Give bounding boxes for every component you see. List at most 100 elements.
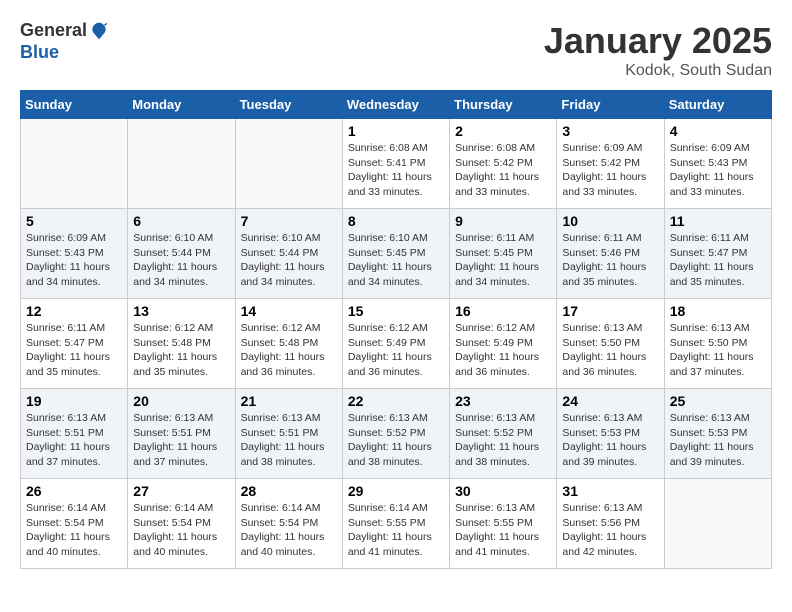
calendar-cell: 20 Sunrise: 6:13 AM Sunset: 5:51 PM Dayli… [128, 389, 235, 479]
logo-blue: Blue [20, 42, 59, 62]
day-info: Sunrise: 6:13 AM Sunset: 5:53 PM Dayligh… [562, 411, 658, 470]
day-info: Sunrise: 6:09 AM Sunset: 5:42 PM Dayligh… [562, 141, 658, 200]
calendar-week-1: 1Sunrise: 6:08 AM Sunset: 5:41 PM Daylig… [21, 119, 772, 209]
day-info: Sunrise: 6:14 AM Sunset: 5:54 PM Dayligh… [241, 501, 337, 560]
logo-general: General [20, 20, 87, 42]
day-number: 15 [348, 303, 444, 319]
calendar-cell: 19 Sunrise: 6:13 AM Sunset: 5:51 PM Dayli… [21, 389, 128, 479]
day-number: 28 [241, 483, 337, 499]
calendar-cell: 31Sunrise: 6:13 AM Sunset: 5:56 PM Dayli… [557, 479, 664, 569]
day-number: 7 [241, 213, 337, 229]
weekday-header-sunday: Sunday [21, 91, 128, 119]
calendar-cell: 1Sunrise: 6:08 AM Sunset: 5:41 PM Daylig… [342, 119, 449, 209]
day-number: 6 [133, 213, 229, 229]
calendar-cell: 9 Sunrise: 6:11 AM Sunset: 5:45 PM Daylig… [450, 209, 557, 299]
day-number: 5 [26, 213, 122, 229]
day-number: 19 [26, 393, 122, 409]
day-info: Sunrise: 6:14 AM Sunset: 5:54 PM Dayligh… [26, 501, 122, 560]
day-info: Sunrise: 6:12 AM Sunset: 5:49 PM Dayligh… [348, 321, 444, 380]
calendar-cell: 28 Sunrise: 6:14 AM Sunset: 5:54 PM Dayli… [235, 479, 342, 569]
day-number: 27 [133, 483, 229, 499]
day-number: 30 [455, 483, 551, 499]
day-number: 1 [348, 123, 444, 139]
calendar-cell: 18Sunrise: 6:13 AM Sunset: 5:50 PM Dayli… [664, 299, 771, 389]
weekday-header-monday: Monday [128, 91, 235, 119]
day-number: 9 [455, 213, 551, 229]
calendar-cell: 6 Sunrise: 6:10 AM Sunset: 5:44 PM Daylig… [128, 209, 235, 299]
day-number: 11 [670, 213, 766, 229]
calendar-cell: 21 Sunrise: 6:13 AM Sunset: 5:51 PM Dayli… [235, 389, 342, 479]
title-block: January 2025 Kodok, South Sudan [544, 20, 772, 80]
day-info: Sunrise: 6:13 AM Sunset: 5:51 PM Dayligh… [241, 411, 337, 470]
calendar-cell: 15 Sunrise: 6:12 AM Sunset: 5:49 PM Dayli… [342, 299, 449, 389]
calendar-cell: 3 Sunrise: 6:09 AM Sunset: 5:42 PM Daylig… [557, 119, 664, 209]
weekday-header-thursday: Thursday [450, 91, 557, 119]
day-info: Sunrise: 6:13 AM Sunset: 5:53 PM Dayligh… [670, 411, 766, 470]
calendar-cell [664, 479, 771, 569]
calendar-week-2: 5 Sunrise: 6:09 AM Sunset: 5:43 PM Daylig… [21, 209, 772, 299]
day-number: 8 [348, 213, 444, 229]
day-number: 22 [348, 393, 444, 409]
logo: General Blue [20, 20, 109, 63]
day-number: 10 [562, 213, 658, 229]
day-info: Sunrise: 6:12 AM Sunset: 5:48 PM Dayligh… [241, 321, 337, 380]
logo-icon [89, 21, 109, 41]
calendar-cell: 12Sunrise: 6:11 AM Sunset: 5:47 PM Dayli… [21, 299, 128, 389]
calendar-cell: 11Sunrise: 6:11 AM Sunset: 5:47 PM Dayli… [664, 209, 771, 299]
day-info: Sunrise: 6:13 AM Sunset: 5:50 PM Dayligh… [562, 321, 658, 380]
month-title: January 2025 [544, 20, 772, 62]
day-number: 18 [670, 303, 766, 319]
page-header: General Blue January 2025 Kodok, South S… [20, 20, 772, 80]
day-number: 16 [455, 303, 551, 319]
day-number: 4 [670, 123, 766, 139]
calendar-cell: 5 Sunrise: 6:09 AM Sunset: 5:43 PM Daylig… [21, 209, 128, 299]
day-info: Sunrise: 6:13 AM Sunset: 5:55 PM Dayligh… [455, 501, 551, 560]
calendar-week-4: 19 Sunrise: 6:13 AM Sunset: 5:51 PM Dayli… [21, 389, 772, 479]
day-info: Sunrise: 6:14 AM Sunset: 5:54 PM Dayligh… [133, 501, 229, 560]
day-info: Sunrise: 6:13 AM Sunset: 5:51 PM Dayligh… [133, 411, 229, 470]
weekday-header-row: SundayMondayTuesdayWednesdayThursdayFrid… [21, 91, 772, 119]
calendar-cell: 17 Sunrise: 6:13 AM Sunset: 5:50 PM Dayli… [557, 299, 664, 389]
calendar-cell: 27 Sunrise: 6:14 AM Sunset: 5:54 PM Dayli… [128, 479, 235, 569]
day-number: 23 [455, 393, 551, 409]
day-info: Sunrise: 6:13 AM Sunset: 5:52 PM Dayligh… [348, 411, 444, 470]
calendar-week-3: 12Sunrise: 6:11 AM Sunset: 5:47 PM Dayli… [21, 299, 772, 389]
calendar-cell [128, 119, 235, 209]
calendar-cell [21, 119, 128, 209]
day-number: 20 [133, 393, 229, 409]
day-info: Sunrise: 6:10 AM Sunset: 5:44 PM Dayligh… [241, 231, 337, 290]
day-number: 25 [670, 393, 766, 409]
calendar-cell [235, 119, 342, 209]
weekday-header-wednesday: Wednesday [342, 91, 449, 119]
day-number: 17 [562, 303, 658, 319]
day-number: 13 [133, 303, 229, 319]
day-info: Sunrise: 6:11 AM Sunset: 5:45 PM Dayligh… [455, 231, 551, 290]
calendar-cell: 25 Sunrise: 6:13 AM Sunset: 5:53 PM Dayli… [664, 389, 771, 479]
day-number: 26 [26, 483, 122, 499]
day-number: 2 [455, 123, 551, 139]
weekday-header-saturday: Saturday [664, 91, 771, 119]
day-info: Sunrise: 6:09 AM Sunset: 5:43 PM Dayligh… [26, 231, 122, 290]
calendar-cell: 4 Sunrise: 6:09 AM Sunset: 5:43 PM Daylig… [664, 119, 771, 209]
calendar-cell: 10Sunrise: 6:11 AM Sunset: 5:46 PM Dayli… [557, 209, 664, 299]
day-info: Sunrise: 6:12 AM Sunset: 5:49 PM Dayligh… [455, 321, 551, 380]
day-number: 3 [562, 123, 658, 139]
day-info: Sunrise: 6:11 AM Sunset: 5:47 PM Dayligh… [26, 321, 122, 380]
calendar-cell: 26 Sunrise: 6:14 AM Sunset: 5:54 PM Dayli… [21, 479, 128, 569]
calendar-cell: 23 Sunrise: 6:13 AM Sunset: 5:52 PM Dayli… [450, 389, 557, 479]
location: Kodok, South Sudan [544, 62, 772, 80]
day-number: 21 [241, 393, 337, 409]
day-info: Sunrise: 6:13 AM Sunset: 5:52 PM Dayligh… [455, 411, 551, 470]
day-info: Sunrise: 6:13 AM Sunset: 5:51 PM Dayligh… [26, 411, 122, 470]
calendar-cell: 13 Sunrise: 6:12 AM Sunset: 5:48 PM Dayli… [128, 299, 235, 389]
calendar-week-5: 26 Sunrise: 6:14 AM Sunset: 5:54 PM Dayli… [21, 479, 772, 569]
day-number: 24 [562, 393, 658, 409]
calendar-cell: 30 Sunrise: 6:13 AM Sunset: 5:55 PM Dayli… [450, 479, 557, 569]
day-number: 14 [241, 303, 337, 319]
day-info: Sunrise: 6:13 AM Sunset: 5:56 PM Dayligh… [562, 501, 658, 560]
day-info: Sunrise: 6:09 AM Sunset: 5:43 PM Dayligh… [670, 141, 766, 200]
day-info: Sunrise: 6:14 AM Sunset: 5:55 PM Dayligh… [348, 501, 444, 560]
day-info: Sunrise: 6:12 AM Sunset: 5:48 PM Dayligh… [133, 321, 229, 380]
day-info: Sunrise: 6:10 AM Sunset: 5:44 PM Dayligh… [133, 231, 229, 290]
calendar-table: SundayMondayTuesdayWednesdayThursdayFrid… [20, 90, 772, 569]
